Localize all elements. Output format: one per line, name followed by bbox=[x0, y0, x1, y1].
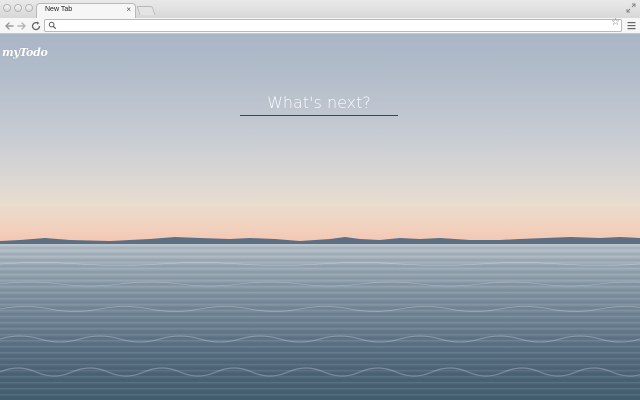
reload-icon[interactable] bbox=[30, 20, 42, 32]
back-arrow-icon[interactable] bbox=[3, 20, 15, 32]
water-ripples bbox=[0, 262, 640, 377]
sky-background bbox=[0, 34, 640, 246]
browser-toolbar: ☆ bbox=[0, 17, 640, 34]
search-icon bbox=[48, 21, 57, 30]
address-input[interactable] bbox=[59, 20, 599, 31]
new-tab-button[interactable] bbox=[136, 6, 156, 15]
forward-arrow-icon[interactable] bbox=[16, 20, 28, 32]
window-close-button[interactable] bbox=[3, 4, 11, 12]
mytodo-logo[interactable]: myTodo bbox=[2, 46, 48, 59]
tab-strip: New Tab × bbox=[0, 0, 640, 18]
new-tab-page: myTodo bbox=[0, 34, 640, 400]
todo-input[interactable] bbox=[240, 90, 398, 116]
window-zoom-button[interactable] bbox=[25, 4, 33, 12]
star-icon[interactable]: ☆ bbox=[611, 17, 620, 29]
browser-window: New Tab × ☆ myTodo What's next? bbox=[0, 0, 640, 400]
tab-close-icon[interactable]: × bbox=[126, 5, 131, 15]
tab-new-tab[interactable]: New Tab × bbox=[36, 3, 136, 18]
fullscreen-icon[interactable] bbox=[626, 3, 636, 13]
window-minimize-button[interactable] bbox=[14, 4, 22, 12]
tab-title: New Tab bbox=[45, 6, 73, 13]
hamburger-menu-icon[interactable] bbox=[627, 21, 636, 30]
address-bar[interactable] bbox=[44, 19, 622, 32]
todo-entry bbox=[240, 90, 398, 118]
